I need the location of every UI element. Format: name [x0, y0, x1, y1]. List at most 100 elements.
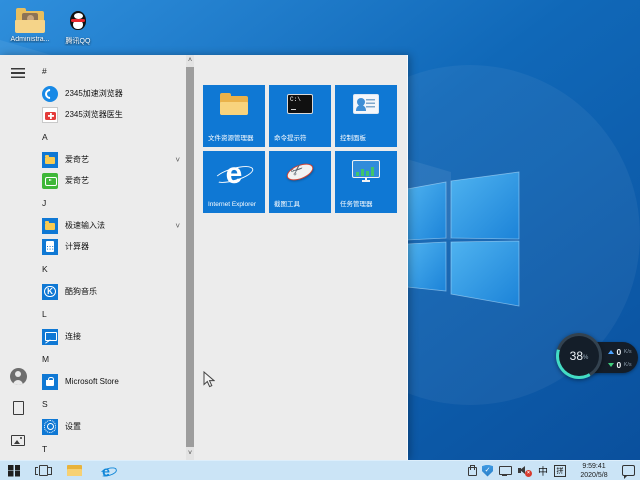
control-panel-icon	[353, 94, 379, 114]
pictures-button[interactable]	[0, 425, 36, 455]
desktop-icon-label: Administra...	[10, 36, 50, 43]
app-item-settings[interactable]: 设置	[36, 416, 184, 437]
app-item-iqiyi[interactable]: 爱奇艺	[36, 170, 184, 191]
folder-icon	[66, 465, 82, 476]
start-button[interactable]	[0, 461, 28, 480]
first-aid-kit-icon	[42, 106, 58, 123]
expand-menu-button[interactable]	[0, 58, 36, 88]
app-item-calculator[interactable]: 计算器	[36, 236, 184, 257]
system-tray: ✓ × 中 拼 9:59:41 2020/5/8	[466, 461, 640, 480]
app-section-header-k[interactable]: K	[36, 257, 184, 281]
app-folder-iqiyi[interactable]: 爱奇艺 ˅	[36, 149, 184, 170]
network-tray-button[interactable]	[498, 461, 513, 480]
chevron-down-icon[interactable]: ˅	[175, 221, 180, 230]
tile-control-panel[interactable]: 控制面板	[335, 85, 397, 147]
app-section-header-l[interactable]: L	[36, 302, 184, 326]
scroll-down-icon[interactable]: ˅	[186, 448, 194, 460]
connect-icon	[42, 328, 58, 345]
hamburger-icon	[11, 68, 25, 78]
user-folder-icon	[15, 8, 45, 34]
taskbar: e ✓ × 中 拼 9:59:41 2020/5/8	[0, 460, 640, 480]
app-item-microsoft-store[interactable]: Microsoft Store	[36, 371, 184, 392]
app-section-header-t[interactable]: T	[36, 437, 184, 460]
desktop-icon-administrator[interactable]: Administra...	[4, 8, 56, 43]
tile-snipping-tool[interactable]: ✂ 截图工具	[269, 151, 331, 213]
upload-speed-value: 0	[616, 346, 622, 357]
volume-tray-button[interactable]: ×	[517, 461, 533, 480]
desktop: Administra... 腾讯QQ # 2345加速浏览器 2345浏览器医生…	[0, 0, 640, 480]
scroll-up-icon[interactable]: ˄	[186, 55, 194, 67]
iqiyi-icon	[42, 172, 58, 189]
app-item-kugou-music[interactable]: K 酷狗音乐	[36, 281, 184, 302]
tile-file-explorer[interactable]: 文件资源管理器	[203, 85, 265, 147]
tile-command-prompt[interactable]: C:\ 命令提示符	[269, 85, 331, 147]
usb-tray-button[interactable]	[466, 461, 477, 480]
internet-explorer-icon: e	[212, 159, 256, 190]
file-explorer-icon	[220, 93, 248, 115]
desktop-icon-label: 腾讯QQ	[65, 38, 91, 45]
download-speed-unit: K/s	[623, 361, 632, 368]
store-bag-icon	[42, 373, 58, 390]
action-center-icon	[622, 465, 635, 479]
folder-icon	[42, 151, 58, 168]
app-list: # 2345加速浏览器 2345浏览器医生 A 爱奇艺 ˅ 爱奇艺 J 极速输入…	[36, 55, 184, 460]
tile-internet-explorer[interactable]: e Internet Explorer	[203, 151, 265, 213]
calculator-icon	[42, 238, 58, 255]
qq-penguin-icon	[65, 8, 91, 34]
user-account-button[interactable]	[0, 361, 36, 391]
ime-mode-button[interactable]: 拼	[553, 461, 567, 480]
app-section-header-hash[interactable]: #	[36, 59, 184, 83]
usage-percent-value: 38	[569, 349, 583, 363]
ime-language-button[interactable]: 中	[537, 461, 549, 480]
app-folder-jisu-ime[interactable]: 极速输入法 ˅	[36, 215, 184, 236]
mouse-cursor	[203, 371, 215, 388]
folder-icon	[42, 217, 58, 234]
scrollbar-thumb[interactable]	[186, 67, 194, 447]
snipping-tool-icon: ✂	[284, 160, 316, 184]
task-manager-icon	[352, 160, 380, 184]
command-prompt-icon: C:\	[287, 94, 313, 114]
app-item-connect[interactable]: 连接	[36, 326, 184, 347]
network-icon	[499, 465, 512, 477]
app-item-2345-speed-browser[interactable]: 2345加速浏览器	[36, 83, 184, 104]
upload-speed-unit: K/s	[623, 348, 632, 355]
upload-arrow-icon	[608, 349, 614, 354]
start-menu-rail	[0, 55, 36, 480]
task-view-button[interactable]	[28, 461, 58, 480]
usb-icon	[467, 464, 477, 477]
document-icon	[12, 401, 24, 415]
pictures-icon	[11, 434, 25, 446]
usage-percent-unit: %	[583, 355, 589, 361]
task-view-icon	[34, 465, 52, 476]
security-tray-button[interactable]: ✓	[481, 461, 494, 480]
app-list-scrollbar[interactable]: ˄ ˅	[186, 55, 194, 460]
start-menu: # 2345加速浏览器 2345浏览器医生 A 爱奇艺 ˅ 爱奇艺 J 极速输入…	[0, 55, 408, 480]
kugou-music-icon: K	[42, 283, 58, 300]
memory-usage-gauge[interactable]: 38 %	[556, 333, 602, 379]
app-section-header-j[interactable]: J	[36, 191, 184, 215]
app-item-2345-browser-doctor[interactable]: 2345浏览器医生	[36, 104, 184, 125]
speaker-muted-icon: ×	[518, 464, 532, 477]
mute-badge: ×	[525, 470, 532, 477]
clock-time: 9:59:41	[582, 462, 606, 470]
tile-task-manager[interactable]: 任务管理器	[335, 151, 397, 213]
2345-browser-icon	[42, 85, 58, 102]
download-arrow-icon	[608, 362, 614, 367]
desktop-icon-qq[interactable]: 腾讯QQ	[52, 8, 104, 46]
taskbar-browser-button[interactable]: e	[90, 461, 122, 480]
start-menu-edge	[407, 55, 408, 460]
clock[interactable]: 9:59:41 2020/5/8	[571, 462, 617, 480]
download-speed-value: 0	[616, 359, 622, 370]
net-speed-widget[interactable]: 0 K/s 0 K/s 38 %	[556, 333, 640, 381]
app-section-header-s[interactable]: S	[36, 392, 184, 416]
shield-icon: ✓	[482, 464, 493, 477]
app-section-header-m[interactable]: M	[36, 347, 184, 371]
documents-button[interactable]	[0, 393, 36, 423]
ie-icon: e	[102, 462, 110, 479]
windows-logo-icon	[8, 464, 20, 477]
action-center-button[interactable]	[621, 461, 636, 480]
taskbar-file-explorer-button[interactable]	[58, 461, 90, 480]
user-avatar-icon	[9, 367, 27, 385]
app-section-header-a[interactable]: A	[36, 125, 184, 149]
chevron-down-icon[interactable]: ˅	[175, 155, 180, 164]
